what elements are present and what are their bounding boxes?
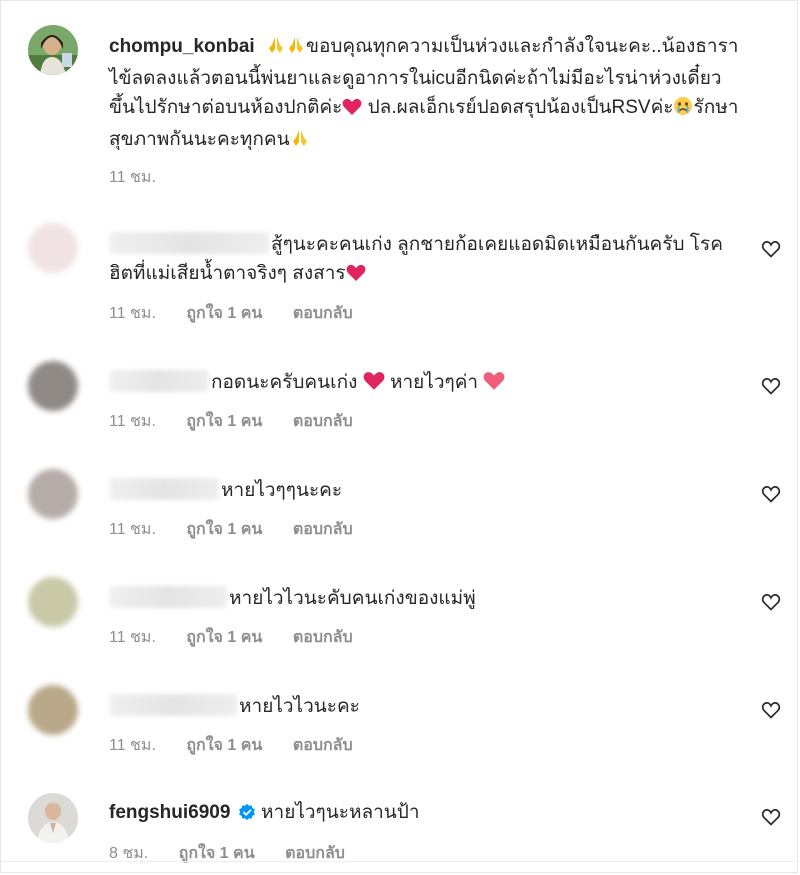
comment-body: หายไวไวนะคับคนเก่งของแม่พู่ <box>109 584 739 613</box>
comment-text-2: ปล.ผลเอ็กเรย์ปอดสรุปน้องเป็นRSVค่ะ <box>367 97 674 118</box>
comment-likes[interactable]: ถูกใจ 1 คน <box>186 413 262 430</box>
reply-button[interactable]: ตอบกลับ <box>293 629 353 646</box>
comment-meta: 8 ชม. ถูกใจ 1 คน ตอบกลับ <box>109 841 371 866</box>
avatar[interactable] <box>28 685 78 735</box>
blurred-username[interactable] <box>109 694 237 716</box>
comment-text: กอดนะครับคนเก่ง <box>211 372 358 393</box>
comment-time: 8 ชม. <box>109 845 149 862</box>
comment-likes[interactable]: ถูกใจ 1 คน <box>179 845 255 862</box>
comment-username[interactable]: chompu_konbai <box>109 36 255 57</box>
like-heart-icon[interactable] <box>761 807 781 827</box>
divider <box>1 861 797 862</box>
comment-body: หายไวไวนะคะ <box>109 692 739 721</box>
comment-body: สู้ๆนะคะคนเก่ง ลูกชายก้อเคยแอดมิดเหมือนก… <box>109 230 739 291</box>
blurred-username[interactable] <box>109 586 227 608</box>
comment-body: หายไวๆๆนะคะ <box>109 476 739 505</box>
like-heart-icon[interactable] <box>761 484 781 504</box>
comment-meta: 11 ชม. <box>109 165 182 190</box>
reply-button[interactable]: ตอบกลับ <box>285 845 345 862</box>
avatar[interactable] <box>28 793 78 843</box>
comment-likes[interactable]: ถูกใจ 1 คน <box>186 737 262 754</box>
reply-button[interactable]: ตอบกลับ <box>293 737 353 754</box>
red-heart-icon <box>342 96 362 125</box>
avatar[interactable] <box>28 361 78 411</box>
reply-button[interactable]: ตอบกลับ <box>293 521 353 538</box>
red-heart-icon <box>346 262 366 291</box>
comment-time: 11 ชม. <box>109 521 156 538</box>
comments-panel: chompu_konbai ขอบคุณทุกความเป็นห่วงและกำ… <box>0 0 798 873</box>
red-heart-icon <box>363 371 385 400</box>
comment-username[interactable]: fengshui6909 <box>109 802 230 823</box>
comment-time: 11 ชม. <box>109 737 156 754</box>
comment-body: chompu_konbai ขอบคุณทุกความเป็นห่วงและกำ… <box>109 32 739 157</box>
comment-body: fengshui6909 หายไวๆนะหลานป้า <box>109 798 739 830</box>
blurred-username[interactable] <box>109 478 219 500</box>
comment-meta: 11 ชม. ถูกใจ 1 คน ตอบกลับ <box>109 733 379 758</box>
blurred-username[interactable] <box>109 232 269 254</box>
blurred-username[interactable] <box>109 370 209 392</box>
comment-meta: 11 ชม. ถูกใจ 1 คน ตอบกลับ <box>109 517 379 542</box>
avatar[interactable] <box>28 577 78 627</box>
avatar[interactable] <box>28 469 78 519</box>
comment-likes[interactable]: ถูกใจ 1 คน <box>186 521 262 538</box>
verified-badge-icon <box>238 801 256 830</box>
crying-face-icon <box>673 96 693 125</box>
like-heart-icon[interactable] <box>761 239 781 259</box>
red-heart-icon <box>483 371 505 400</box>
comment-likes[interactable]: ถูกใจ 1 คน <box>186 305 262 322</box>
comment-time: 11 ชม. <box>109 413 156 430</box>
avatar[interactable] <box>28 223 78 273</box>
folded-hands-icon <box>286 35 306 64</box>
comment-meta: 11 ชม. ถูกใจ 1 คน ตอบกลับ <box>109 625 379 650</box>
comment-text: หายไวไวนะคะ <box>239 696 360 717</box>
comment-meta: 11 ชม. ถูกใจ 1 คน ตอบกลับ <box>109 409 379 434</box>
avatar[interactable] <box>28 25 78 75</box>
comment-time: 11 ชม. <box>109 169 156 186</box>
comment-text: หายไวไวนะคับคนเก่งของแม่พู่ <box>229 588 476 609</box>
comment-body: กอดนะครับคนเก่ง หายไวๆค่า <box>109 368 739 400</box>
comment-text: หายไวๆนะหลานป้า <box>261 802 420 823</box>
folded-hands-icon <box>290 128 310 157</box>
comment-time: 11 ชม. <box>109 629 156 646</box>
like-heart-icon[interactable] <box>761 376 781 396</box>
comment-text: หายไวๆๆนะคะ <box>221 480 343 501</box>
comment-likes[interactable]: ถูกใจ 1 คน <box>186 629 262 646</box>
comment-text-2: หายไวๆค่า <box>389 372 479 393</box>
reply-button[interactable]: ตอบกลับ <box>293 305 353 322</box>
reply-button[interactable]: ตอบกลับ <box>293 413 353 430</box>
folded-hands-icon <box>266 35 286 64</box>
like-heart-icon[interactable] <box>761 700 781 720</box>
comment-time: 11 ชม. <box>109 305 156 322</box>
like-heart-icon[interactable] <box>761 592 781 612</box>
comment-meta: 11 ชม. ถูกใจ 1 คน ตอบกลับ <box>109 301 379 326</box>
